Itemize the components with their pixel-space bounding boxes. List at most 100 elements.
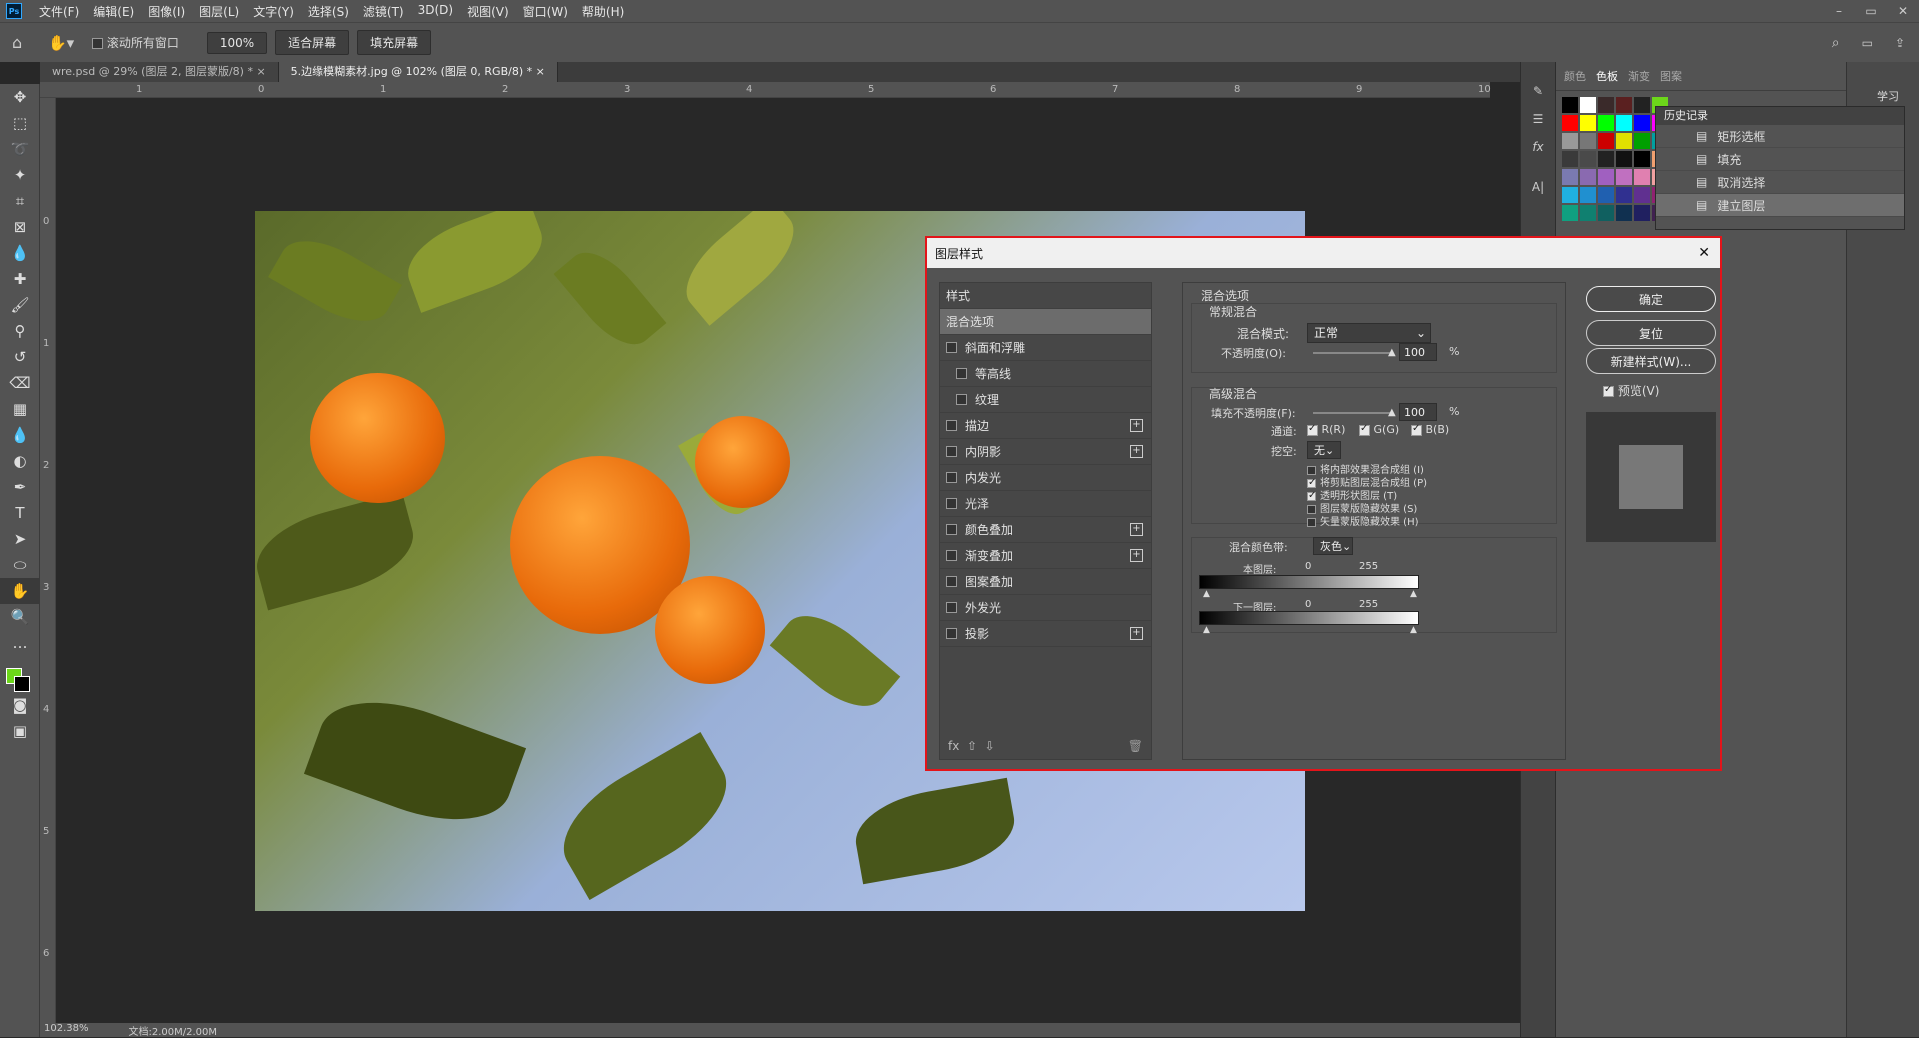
color-swatch[interactable]	[1616, 97, 1632, 113]
style-checkbox[interactable]	[946, 628, 957, 639]
menu-item-0[interactable]: 文件(F)	[32, 3, 86, 20]
style-item[interactable]: 渐变叠加 +	[940, 543, 1151, 569]
menu-item-1[interactable]: 编辑(E)	[86, 3, 141, 20]
magic-wand-icon[interactable]: ✦	[0, 162, 40, 188]
scroll-all-checkbox[interactable]: 滚动所有窗口	[92, 34, 179, 51]
ok-button[interactable]: 确定	[1586, 286, 1716, 312]
color-swatch[interactable]	[1562, 187, 1578, 203]
color-swatch[interactable]	[1598, 115, 1614, 131]
color-swatch[interactable]	[1598, 187, 1614, 203]
style-checkbox[interactable]	[946, 498, 957, 509]
color-swatch[interactable]	[1616, 169, 1632, 185]
style-item[interactable]: 混合选项	[940, 309, 1151, 335]
trash-icon[interactable]: 🗑	[1128, 739, 1143, 753]
learn-tab[interactable]: 学习	[1847, 62, 1919, 104]
color-swatch[interactable]	[1598, 205, 1614, 221]
fit-screen-button[interactable]: 适合屏幕	[275, 30, 350, 55]
color-swatch[interactable]	[1580, 97, 1596, 113]
color-swatch[interactable]	[1634, 169, 1650, 185]
color-swatch[interactable]	[1598, 133, 1614, 149]
color-swatch[interactable]	[1616, 205, 1632, 221]
style-item[interactable]: 斜面和浮雕	[940, 335, 1151, 361]
opacity-input[interactable]: 100	[1399, 343, 1437, 361]
type-icon[interactable]: T	[0, 500, 40, 526]
new-style-button[interactable]: 新建样式(W)...	[1586, 348, 1716, 374]
channel-r-checkbox[interactable]: R(R)	[1307, 423, 1345, 436]
home-icon[interactable]: ⌂	[12, 33, 40, 52]
eraser-icon[interactable]: ⌫	[0, 370, 40, 396]
color-swatch[interactable]	[1562, 133, 1578, 149]
below-layer-gradient[interactable]	[1199, 611, 1419, 625]
this-layer-white-handle[interactable]: ▲	[1410, 589, 1417, 599]
this-layer-black-handle[interactable]: ▲	[1203, 589, 1210, 599]
color-swatch[interactable]	[1562, 205, 1578, 221]
advanced-option-box[interactable]	[1307, 477, 1316, 488]
style-checkbox[interactable]	[946, 342, 957, 353]
panel-tab-3[interactable]: 图案	[1660, 68, 1682, 84]
history-item[interactable]: ▤ 填充	[1656, 148, 1904, 171]
color-swatch[interactable]	[1598, 169, 1614, 185]
menu-item-9[interactable]: 窗口(W)	[516, 3, 575, 20]
gradient-icon[interactable]: ▦	[0, 396, 40, 422]
blur-icon[interactable]: 💧	[0, 422, 40, 448]
color-swatch[interactable]	[1634, 151, 1650, 167]
search-icon[interactable]: ⌕	[1832, 35, 1840, 51]
history-item[interactable]: ▤ 取消选择	[1656, 171, 1904, 194]
color-swatch[interactable]	[1562, 115, 1578, 131]
below-layer-black-handle[interactable]: ▲	[1203, 625, 1210, 635]
marquee-icon[interactable]: ⬚	[0, 110, 40, 136]
lasso-icon[interactable]: ➰	[0, 136, 40, 162]
advanced-option-box[interactable]	[1307, 490, 1316, 501]
menu-item-5[interactable]: 选择(S)	[301, 3, 356, 20]
panel-tab-0[interactable]: 颜色	[1564, 68, 1586, 84]
fill-opacity-slider[interactable]	[1313, 412, 1393, 414]
color-swatch[interactable]	[1634, 115, 1650, 131]
color-swatch[interactable]	[1562, 97, 1578, 113]
stamp-icon[interactable]: ⚲	[0, 318, 40, 344]
style-item[interactable]: 光泽	[940, 491, 1151, 517]
fx-footer-icon[interactable]: fx ⇧ ⇩	[948, 739, 995, 753]
advanced-option-checkbox[interactable]: 将剪贴图层混合成组 (P)	[1307, 474, 1427, 489]
style-item[interactable]: 颜色叠加 +	[940, 517, 1151, 543]
advanced-option-checkbox[interactable]: 图层蒙版隐藏效果 (S)	[1307, 500, 1427, 515]
dodge-icon[interactable]: ◐	[0, 448, 40, 474]
knockout-select[interactable]: 无⌄	[1307, 441, 1341, 459]
style-item[interactable]: 外发光	[940, 595, 1151, 621]
menu-item-3[interactable]: 图层(L)	[192, 3, 246, 20]
path-select-icon[interactable]: ➤	[0, 526, 40, 552]
character-icon[interactable]: A|	[1521, 180, 1555, 208]
color-swatch[interactable]	[1634, 97, 1650, 113]
zoom-icon[interactable]: 🔍	[0, 604, 40, 630]
style-checkbox[interactable]	[946, 550, 957, 561]
close-icon[interactable]: ✕	[1887, 4, 1919, 18]
brush-icon[interactable]: 🖌	[0, 292, 40, 318]
history-brush-icon[interactable]: ↺	[0, 344, 40, 370]
move-icon[interactable]: ✥	[0, 84, 40, 110]
blend-mode-select[interactable]: 正常 ⌄	[1307, 323, 1431, 343]
style-checkbox[interactable]	[946, 472, 957, 483]
tab-edge-blur[interactable]: 5.边缘模糊素材.jpg @ 102% (图层 0, RGB/8) * ×	[278, 62, 558, 82]
style-checkbox[interactable]	[946, 420, 957, 431]
style-item[interactable]: 投影 +	[940, 621, 1151, 647]
menu-item-8[interactable]: 视图(V)	[460, 3, 516, 20]
this-layer-gradient[interactable]	[1199, 575, 1419, 589]
style-item[interactable]: 内阴影 +	[940, 439, 1151, 465]
healing-icon[interactable]: ✚	[0, 266, 40, 292]
opacity-slider-handle[interactable]: ▲	[1388, 347, 1396, 358]
menu-item-4[interactable]: 文字(Y)	[246, 3, 301, 20]
add-style-icon[interactable]: +	[1130, 627, 1143, 640]
color-swatch[interactable]	[1580, 205, 1596, 221]
color-swatch[interactable]	[1598, 151, 1614, 167]
zoom-readout[interactable]: 102.38%	[44, 1023, 89, 1037]
color-swatch[interactable]	[1580, 187, 1596, 203]
panel-tab-2[interactable]: 渐变	[1628, 68, 1650, 84]
color-swatch[interactable]	[1562, 151, 1578, 167]
color-swatch[interactable]	[1634, 133, 1650, 149]
style-checkbox[interactable]	[956, 394, 967, 405]
screen-mode-icon[interactable]: ▣	[0, 718, 40, 744]
background-color-swatch[interactable]	[14, 676, 30, 692]
style-checkbox[interactable]	[946, 524, 957, 535]
frame-icon[interactable]: ⊠	[0, 214, 40, 240]
menu-item-10[interactable]: 帮助(H)	[575, 3, 631, 20]
reset-button[interactable]: 复位	[1586, 320, 1716, 346]
